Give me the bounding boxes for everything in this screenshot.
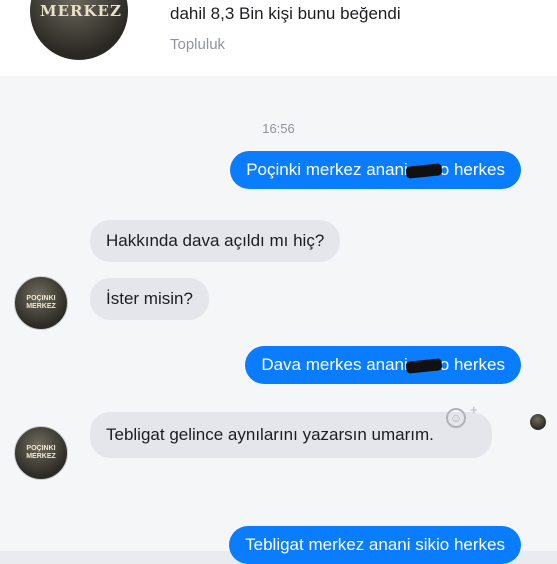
- redaction-mark: [405, 162, 443, 179]
- page-avatar[interactable]: MERKEZ: [30, 0, 128, 60]
- outgoing-message[interactable]: Tebligat merkez anani sikio herkes: [229, 526, 521, 564]
- message-text: İster misin?: [106, 289, 193, 308]
- page-avatar-text: MERKEZ: [40, 2, 122, 20]
- outgoing-message[interactable]: Poçinki merkez anani o herkes: [230, 151, 521, 189]
- emoji-reaction-icon[interactable]: ☺: [446, 408, 466, 428]
- avatar-text: POÇINKI MERKEZ: [26, 295, 56, 310]
- avatar-text: POÇINKI MERKEZ: [26, 445, 56, 460]
- seen-avatar-icon: [530, 414, 546, 430]
- message-text: Tebligat merkez anani sikio herkes: [245, 535, 505, 554]
- incoming-message[interactable]: İster misin?: [90, 278, 209, 320]
- sender-avatar[interactable]: POÇINKI MERKEZ: [14, 426, 68, 480]
- sender-avatar[interactable]: POÇINKI MERKEZ: [14, 276, 68, 330]
- redaction-mark: [405, 357, 443, 374]
- incoming-message[interactable]: Tebligat gelince aynılarını yazarsın uma…: [90, 412, 492, 458]
- add-reaction-icon[interactable]: +: [470, 402, 478, 417]
- incoming-message[interactable]: Hakkında dava açıldı mı hiç?: [90, 220, 341, 262]
- page-category: Topluluk: [170, 36, 226, 53]
- message-text: Poçinki merkez anani: [246, 160, 408, 179]
- conversation-thread: 16:56 Poçinki merkez anani o herkes Hakkı…: [0, 76, 557, 564]
- message-text: o herkes: [439, 355, 505, 374]
- likes-text: dahil 8,3 Bin kişi bunu beğendi: [170, 4, 401, 23]
- message-text: Dava merkes anani: [261, 355, 408, 374]
- message-text: Hakkında dava açıldı mı hiç?: [106, 231, 325, 250]
- outgoing-message[interactable]: Dava merkes anani o herkes: [245, 346, 521, 384]
- timestamp: 16:56: [262, 121, 295, 136]
- page-header: MERKEZ dahil 8,3 Bin kişi bunu beğendi T…: [0, 0, 557, 77]
- message-text: Tebligat gelince aynılarını yazarsın uma…: [106, 425, 434, 444]
- message-text: o herkes: [439, 160, 505, 179]
